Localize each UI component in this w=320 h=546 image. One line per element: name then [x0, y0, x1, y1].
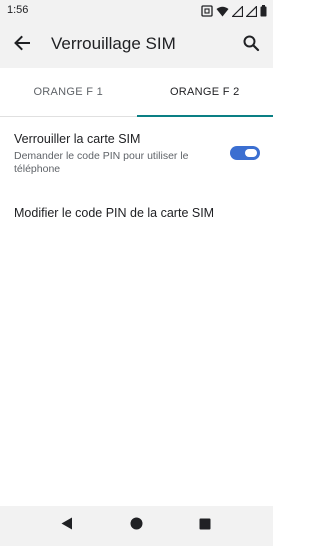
nav-back-button[interactable] [59, 517, 75, 535]
tab-orange-f-2[interactable]: ORANGE F 2 [136, 68, 273, 117]
signal-icon [232, 5, 243, 17]
arrow-back-icon [13, 34, 31, 57]
back-button[interactable] [10, 33, 34, 57]
app-bar: Verrouillage SIM [0, 22, 273, 68]
change-pin-title: Modifier le code PIN de la carte SIM [14, 206, 215, 220]
lock-sim-title: Verrouiller la carte SIM [14, 132, 141, 146]
sim-tabs: ORANGE F 1 ORANGE F 2 [0, 68, 273, 117]
nfc-icon [201, 5, 213, 17]
search-icon [242, 34, 260, 57]
tab-label: ORANGE F 2 [169, 86, 240, 98]
nav-recents-button[interactable] [197, 518, 213, 534]
change-pin-setting[interactable]: Modifier le code PIN de la carte SIM [0, 194, 273, 232]
lock-sim-toggle[interactable] [230, 146, 260, 160]
battery-icon [260, 5, 267, 17]
signal-icon [246, 5, 257, 17]
toggle-thumb [245, 149, 257, 157]
wifi-icon [216, 6, 229, 17]
lock-sim-setting[interactable]: Verrouiller la carte SIM Demander le cod… [0, 126, 273, 184]
status-time: 1:56 [7, 4, 29, 16]
status-icons [201, 4, 267, 18]
tab-indicator [136, 115, 273, 117]
nav-home-icon [130, 517, 143, 535]
navigation-bar [0, 506, 273, 546]
nav-back-icon [61, 517, 73, 535]
page-title: Verrouillage SIM [51, 34, 176, 53]
tab-orange-f-1[interactable]: ORANGE F 1 [0, 68, 137, 116]
nav-recents-icon [199, 517, 211, 535]
tab-label: ORANGE F 1 [33, 86, 104, 98]
search-button[interactable] [239, 33, 263, 57]
status-bar: 1:56 [0, 0, 273, 22]
nav-home-button[interactable] [128, 517, 144, 535]
lock-sim-summary: Demander le code PIN pour utiliser le té… [14, 150, 189, 175]
